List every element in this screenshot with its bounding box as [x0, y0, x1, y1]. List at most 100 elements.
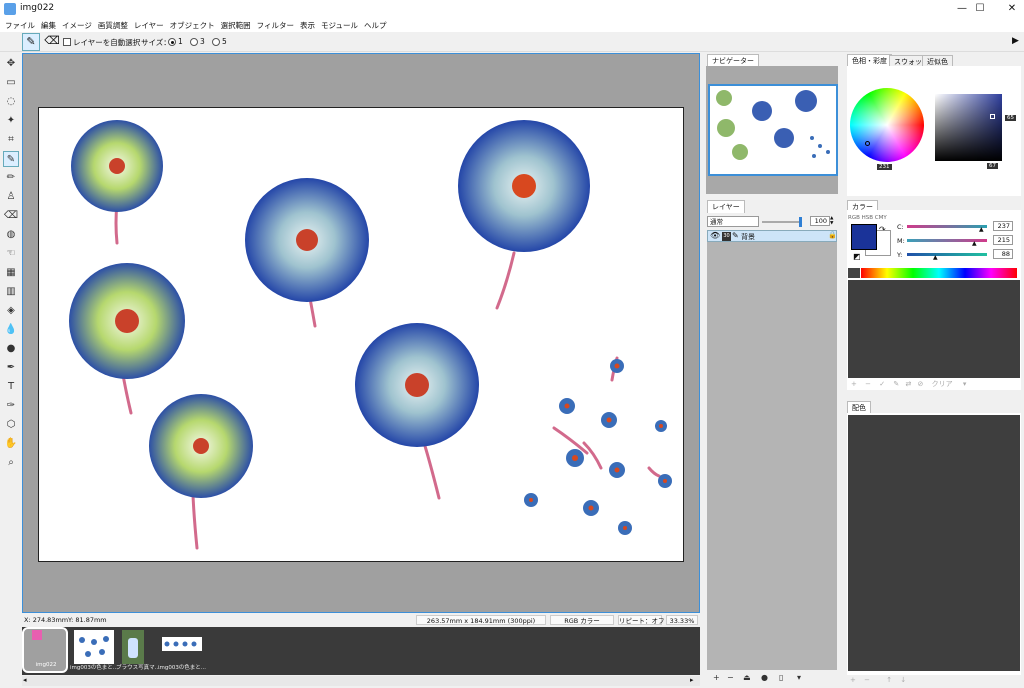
close-button[interactable]: ✕	[994, 0, 1024, 18]
scroll-left-icon[interactable]: ◂	[23, 676, 27, 684]
menu-help[interactable]: ヘルプ	[361, 18, 390, 32]
lasso-select-icon[interactable]: ◌	[3, 94, 19, 110]
tab-img022[interactable]: img022	[22, 627, 68, 673]
eraser-icon[interactable]: ⌫	[3, 208, 19, 224]
tab-img003-b[interactable]	[162, 637, 202, 651]
magenta-slider-thumb[interactable]: ▲	[972, 240, 977, 247]
eye-icon[interactable]: 👁	[710, 231, 720, 240]
check-icon[interactable]: ✓	[879, 380, 885, 388]
flower-3	[458, 120, 590, 252]
layer-menu-icon[interactable]: ▾	[797, 673, 801, 682]
size-radio-3[interactable]	[190, 38, 198, 46]
add-color-icon[interactable]: +	[851, 380, 857, 388]
dodge-icon[interactable]: ●	[3, 341, 19, 357]
navigator-viewport[interactable]	[708, 84, 838, 176]
rect-select-icon[interactable]: ▭	[3, 75, 19, 91]
opacity-value[interactable]: 100	[810, 216, 830, 226]
size-radio-5[interactable]	[212, 38, 220, 46]
status-repeat[interactable]: リピート：オフ	[618, 615, 665, 625]
black-swatch[interactable]	[848, 268, 860, 278]
layer-lock-icon[interactable]: ●	[761, 673, 768, 682]
cyan-slider-thumb[interactable]: ▲	[979, 226, 984, 233]
layer-clip-icon[interactable]: ▯	[779, 673, 783, 682]
yellow-slider-thumb[interactable]: ▲	[933, 254, 938, 261]
tab-img003-a[interactable]	[74, 630, 114, 664]
menu-object[interactable]: オブジェクト	[167, 18, 218, 32]
status-doc-size: 263.57mm x 184.91mm (300ppi)	[416, 615, 546, 625]
eyedropper-icon[interactable]: ✎	[22, 33, 40, 51]
menu-edit[interactable]: 編集	[38, 18, 59, 32]
color-mode-tabs[interactable]: RGB HSB CMY	[848, 215, 887, 221]
remove-palette-icon[interactable]: −	[864, 676, 870, 684]
menu-module[interactable]: モジュール	[318, 18, 361, 32]
menu-view[interactable]: 表示	[297, 18, 318, 32]
fill-icon[interactable]: ◈	[3, 303, 19, 319]
globe-icon[interactable]: ⊘	[918, 380, 924, 388]
lock-icon[interactable]: 🔒	[828, 231, 837, 239]
layer-row-background[interactable]: 👁 30 ✎ 背景 🔒	[707, 230, 837, 242]
remove-layer-icon[interactable]: −	[727, 673, 734, 682]
horizontal-scrollbar[interactable]: ◂ ▸	[22, 676, 700, 686]
water-drop-icon[interactable]: 💧	[3, 322, 19, 338]
layer-toolbar: + − ⏏ ● ▯ ▾	[707, 672, 837, 686]
size-radio-1[interactable]	[168, 38, 176, 46]
cyan-slider[interactable]	[907, 225, 987, 228]
navigator-thumbnail	[716, 90, 830, 160]
menu-filter[interactable]: フィルター	[254, 18, 297, 32]
saturation-value-square[interactable]	[935, 94, 1002, 161]
stamp-icon[interactable]: ♙	[3, 189, 19, 205]
text-icon[interactable]: T	[3, 379, 19, 395]
default-colors-icon[interactable]: ◩	[853, 252, 861, 261]
document-tab-strip: img022 img003の色まと... ブラウス写真マ... img003の色…	[22, 627, 700, 675]
menu-layer[interactable]: レイヤー	[131, 18, 167, 32]
menu-select[interactable]: 選択範囲	[218, 18, 254, 32]
zoom-icon[interactable]: ⌕	[3, 455, 19, 471]
pen-icon[interactable]: ✒	[3, 360, 19, 376]
vector-pen-icon[interactable]: ✑	[3, 398, 19, 414]
magenta-value[interactable]: 215	[993, 235, 1013, 245]
opacity-spinner[interactable]: ▲ ▼	[830, 216, 836, 227]
auto-select-checkbox[interactable]	[63, 38, 71, 46]
add-palette-icon[interactable]: +	[850, 676, 856, 684]
eyedropper-icon[interactable]: ✎	[3, 151, 19, 167]
maximize-button[interactable]: ☐	[962, 0, 998, 18]
hand-icon[interactable]: ✋	[3, 436, 19, 452]
pencil-icon[interactable]: ✏	[3, 170, 19, 186]
remove-color-icon[interactable]: −	[865, 380, 871, 388]
gradient-icon[interactable]: ▥	[3, 284, 19, 300]
eraser-option-icon[interactable]: ⌫	[44, 33, 60, 51]
edit-icon[interactable]: ✎	[893, 380, 899, 388]
crop-icon[interactable]: ⌗	[3, 132, 19, 148]
color-spectrum-bar[interactable]	[861, 268, 1017, 278]
yellow-value[interactable]: 88	[993, 249, 1013, 259]
canvas-image[interactable]	[38, 107, 684, 562]
blend-mode-select[interactable]: 通常	[707, 216, 759, 227]
magic-wand-icon[interactable]: ✦	[3, 113, 19, 129]
foreground-color-swatch[interactable]	[851, 224, 877, 250]
pattern-icon[interactable]: ▦	[3, 265, 19, 281]
blur-icon[interactable]: ◍	[3, 227, 19, 243]
hue-wheel[interactable]	[850, 88, 924, 162]
move-icon[interactable]: ✥	[3, 56, 19, 72]
add-layer-icon[interactable]: +	[713, 673, 720, 682]
merge-layer-icon[interactable]: ⏏	[743, 673, 751, 682]
swap-colors-icon[interactable]: ↷	[879, 225, 886, 234]
scroll-right-icon[interactable]: ▸	[690, 676, 694, 684]
move-up-icon[interactable]: ↑	[886, 676, 892, 684]
transform-icon[interactable]: ⬡	[3, 417, 19, 433]
menu-adjust[interactable]: 画質調整	[95, 18, 131, 32]
panel-expand-icon[interactable]: ▶	[1012, 36, 1019, 46]
status-zoom[interactable]: 33.33%	[666, 615, 698, 625]
move-down-icon[interactable]: ↓	[900, 676, 906, 684]
dropdown-icon[interactable]: ▾	[963, 380, 967, 388]
clear-button[interactable]: クリア	[932, 380, 953, 388]
tab-layers[interactable]: レイヤー	[707, 200, 745, 213]
opacity-slider[interactable]	[762, 217, 802, 227]
yellow-slider[interactable]	[907, 253, 987, 256]
random-icon[interactable]: ⇄	[905, 380, 911, 388]
smudge-icon[interactable]: ☜	[3, 246, 19, 262]
menu-image[interactable]: イメージ	[59, 18, 95, 32]
tab-blouse-photo[interactable]	[122, 630, 144, 664]
menu-file[interactable]: ファイル	[2, 18, 38, 32]
cyan-value[interactable]: 237	[993, 221, 1013, 231]
